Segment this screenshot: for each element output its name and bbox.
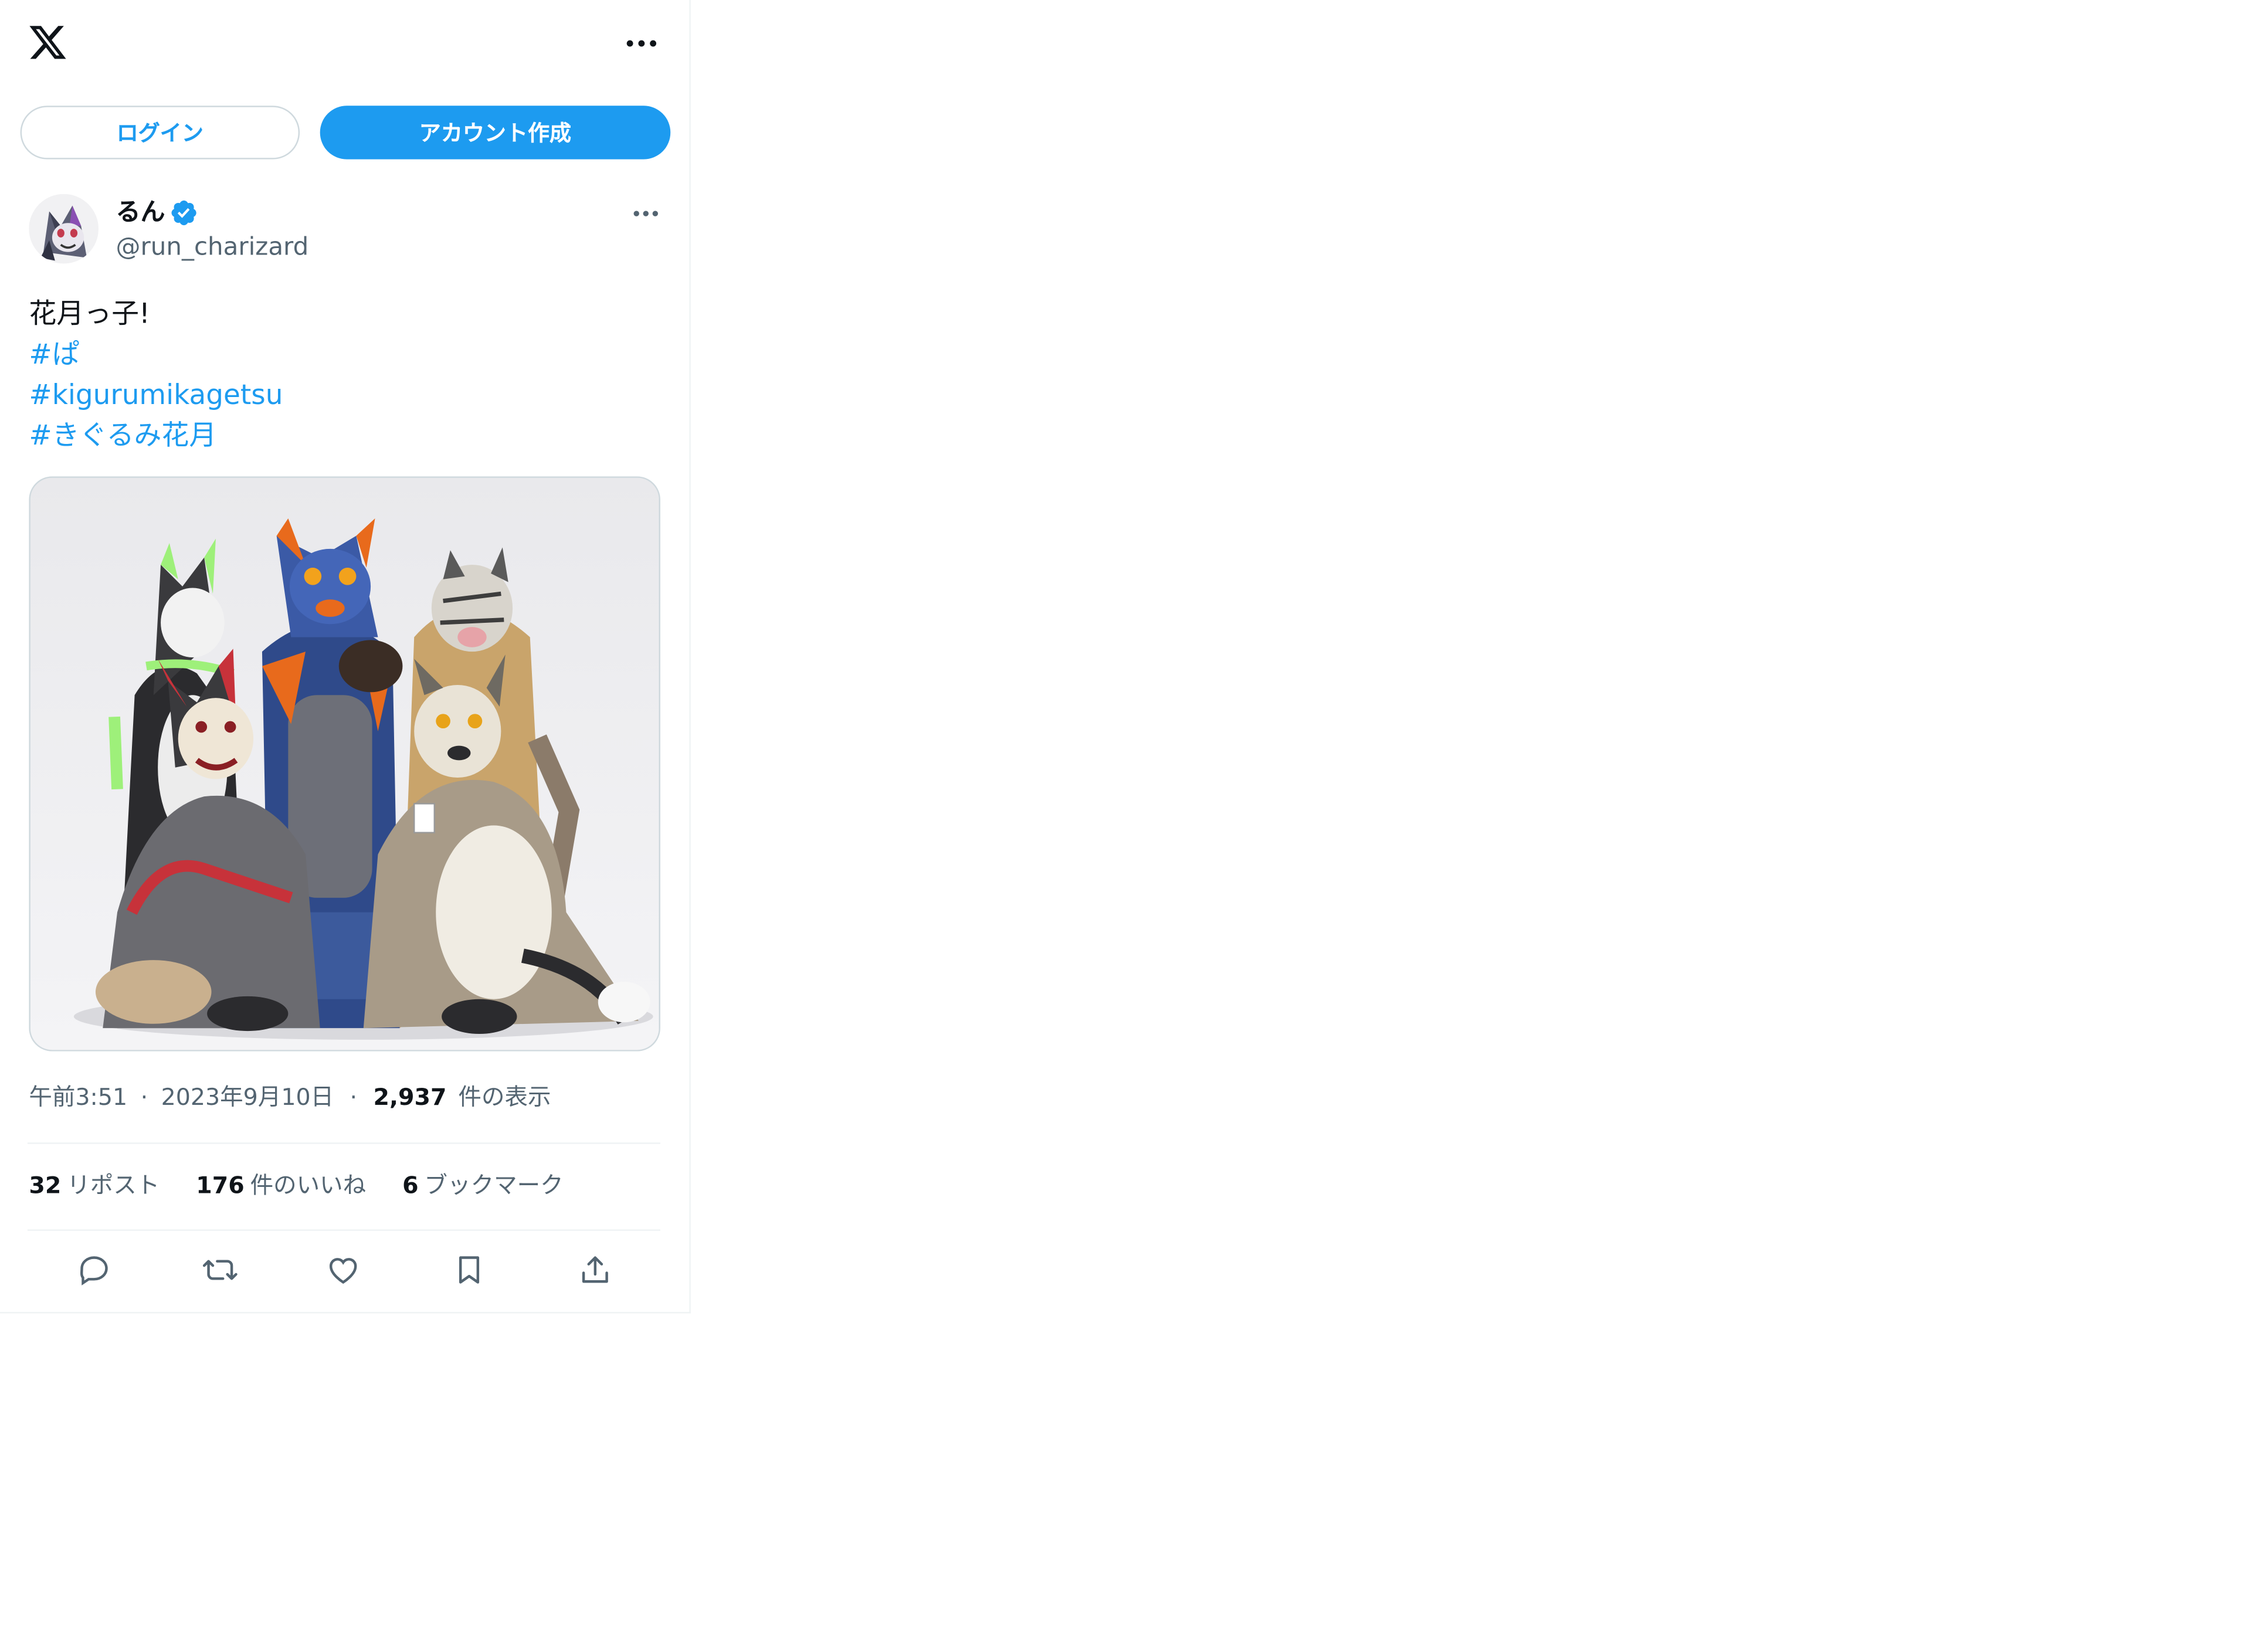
- meta-separator: ·: [350, 1083, 358, 1111]
- author-display-name[interactable]: るん: [116, 197, 165, 229]
- bookmarks-count: 6: [402, 1171, 419, 1199]
- tweet-stats: 32 リポスト 176 件のいいね 6 ブックマーク: [29, 1169, 592, 1203]
- verified-badge-icon: [169, 198, 198, 227]
- hashtag-link[interactable]: #kigurumikagetsu: [29, 375, 283, 416]
- tweet-date[interactable]: 2023年9月10日: [161, 1083, 334, 1111]
- tweet-meta: 午前3:51 · 2023年9月10日 · 2,937 件の表示: [29, 1080, 551, 1115]
- reposts-stat[interactable]: 32 リポスト: [29, 1172, 160, 1199]
- tweet-body: 花月っ子!: [29, 298, 150, 330]
- login-button[interactable]: ログイン: [20, 106, 300, 160]
- more-horizontal-icon[interactable]: [623, 29, 660, 57]
- create-account-button[interactable]: アカウント作成: [320, 106, 671, 160]
- hashtag-link[interactable]: #ぱ: [29, 334, 283, 375]
- reply-icon[interactable]: [72, 1248, 116, 1291]
- tweet-photo[interactable]: [29, 476, 660, 1051]
- tweet-time[interactable]: 午前3:51: [29, 1083, 127, 1111]
- like-icon[interactable]: [321, 1248, 365, 1291]
- tweet-text: 花月っ子! #ぱ #kigurumikagetsu #きぐるみ花月: [29, 294, 283, 456]
- x-logo-icon[interactable]: [26, 21, 69, 64]
- likes-label: 件のいいね: [250, 1171, 367, 1199]
- bookmarks-label: ブックマーク: [424, 1171, 564, 1199]
- repost-icon[interactable]: [198, 1248, 242, 1291]
- likes-count: 176: [196, 1171, 245, 1199]
- hashtag-link[interactable]: #きぐるみ花月: [29, 416, 283, 456]
- avatar[interactable]: [29, 194, 99, 264]
- meta-separator: ·: [140, 1083, 148, 1111]
- divider: [27, 1142, 660, 1144]
- views-label: 件の表示: [458, 1083, 551, 1111]
- bookmark-icon[interactable]: [447, 1248, 491, 1291]
- bookmarks-stat[interactable]: 6 ブックマーク: [402, 1172, 563, 1199]
- reposts-count: 32: [29, 1171, 62, 1199]
- divider: [27, 1229, 660, 1231]
- share-icon[interactable]: [574, 1248, 617, 1291]
- more-horizontal-icon[interactable]: [629, 200, 663, 226]
- likes-stat[interactable]: 176 件のいいね: [196, 1172, 366, 1199]
- author-handle[interactable]: @run_charizard: [116, 232, 309, 263]
- views-count: 2,937: [373, 1083, 447, 1111]
- tweet-page-column: ログイン アカウント作成 るん @run_charizard 花月っ子! #ぱ …: [0, 0, 691, 1314]
- reposts-label: リポスト: [67, 1171, 160, 1199]
